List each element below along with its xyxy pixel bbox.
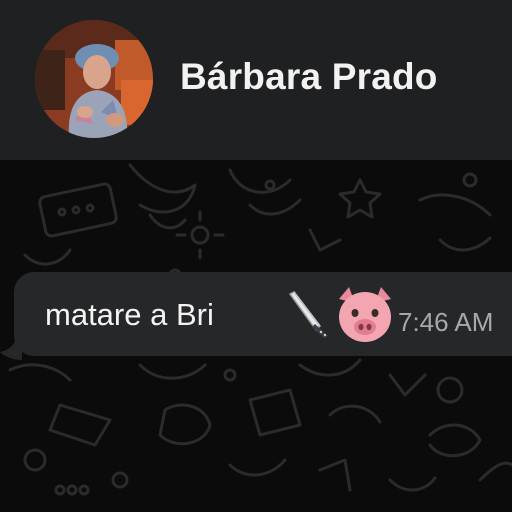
contact-name[interactable]: Bárbara Prado (180, 56, 438, 98)
message-bubble[interactable]: matare a Bri 7:46 AM (14, 272, 512, 356)
avatar-photo (35, 20, 153, 138)
message-timestamp: 7:46 AM (398, 307, 494, 337)
message-text: matare a Bri (45, 297, 214, 332)
chat-header: Bárbara Prado (0, 0, 512, 160)
kitchen-knife-icon (288, 291, 328, 338)
contact-avatar[interactable] (35, 20, 153, 138)
chat-screen: Bárbara Prado matare a Bri 7:46 AM (0, 0, 512, 512)
pig-face-icon (339, 287, 391, 342)
